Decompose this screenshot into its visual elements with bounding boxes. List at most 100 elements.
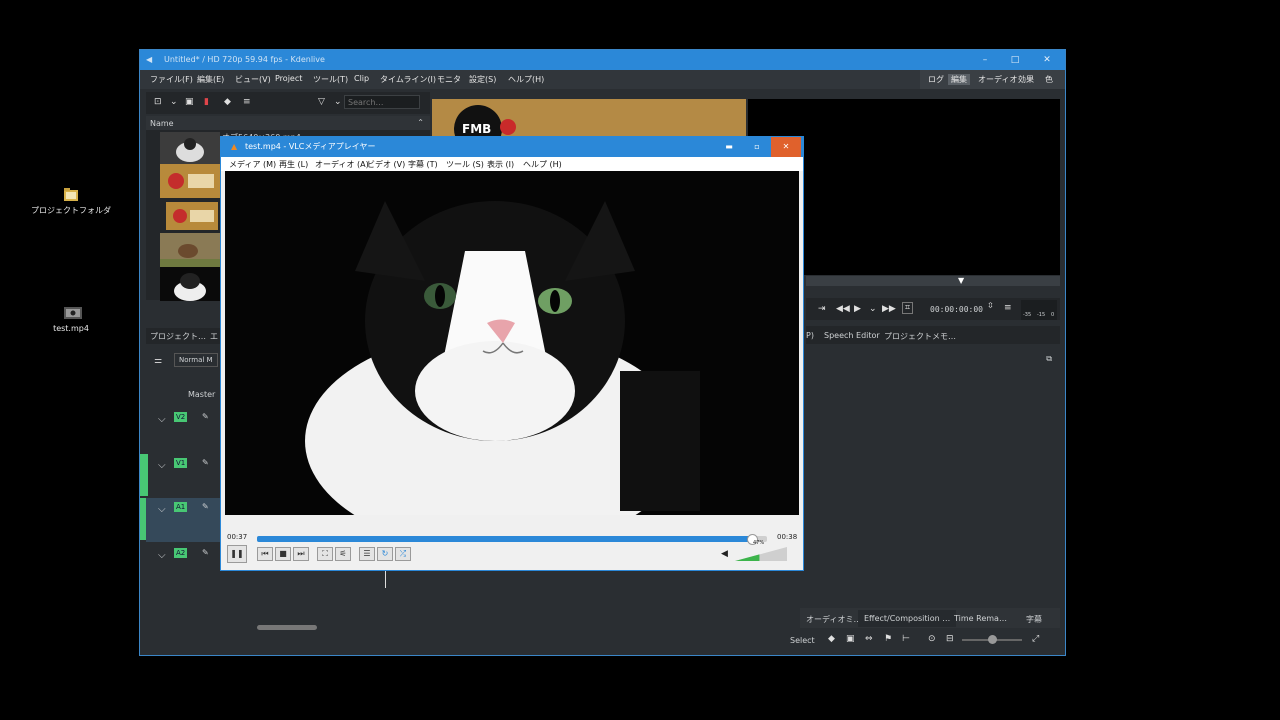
delete-icon[interactable]: ▮ — [204, 97, 209, 107]
playlist-button[interactable]: ☰ — [359, 547, 375, 561]
zoom-slider[interactable] — [962, 635, 1022, 644]
minimize-button[interactable]: ▬ — [715, 137, 743, 157]
tab-project-bin[interactable]: プロジェクト… — [150, 331, 206, 342]
menu-audio[interactable]: オーディオ (A) — [315, 159, 369, 170]
menu-tools[interactable]: ツール (S) — [446, 159, 484, 170]
layout-audio[interactable]: オーディオ — [978, 74, 1017, 85]
undock-icon[interactable]: ⧉ — [1046, 354, 1052, 364]
tag-icon[interactable]: ◆ — [224, 97, 231, 107]
volume-slider[interactable]: 47% — [735, 540, 787, 561]
tab-subtitles[interactable]: 字幕 — [1026, 614, 1042, 625]
track-name[interactable]: V2 — [174, 412, 188, 422]
menu-subtitle[interactable]: 字幕 (T) — [408, 159, 438, 170]
menu-view[interactable]: 表示 (I) — [487, 159, 514, 170]
menu-help[interactable]: ヘルプ(H) — [508, 74, 544, 85]
clip-thumbnail[interactable] — [160, 164, 220, 198]
desktop-icon-project-folder[interactable]: プロジェクトフォルダ — [31, 186, 111, 216]
monitor-ruler[interactable]: ▼ — [806, 276, 1060, 286]
zoom-fit-icon[interactable]: ⊙ — [928, 634, 936, 644]
menu-settings[interactable]: 設定(S) — [469, 74, 496, 85]
menu-tools[interactable]: ツール(T) — [313, 74, 348, 85]
clip-monitor-preview[interactable]: FMB — [432, 99, 746, 153]
minimize-button[interactable]: – — [970, 50, 1000, 70]
zoom-slider-handle[interactable] — [988, 635, 997, 644]
track-name[interactable]: A2 — [174, 548, 188, 558]
seek-bar[interactable] — [257, 534, 767, 545]
extended-settings-button[interactable]: ⚟ — [335, 547, 351, 561]
maximize-button[interactable]: ▫ — [743, 137, 771, 157]
track-name[interactable]: A1 — [174, 502, 188, 512]
close-button[interactable]: ✕ — [1032, 50, 1062, 70]
loop-button[interactable]: ↻ — [377, 547, 393, 561]
wrench-icon[interactable]: ✎ — [202, 458, 209, 467]
layout-logging[interactable]: ログ — [928, 74, 944, 85]
layout-color[interactable]: 色 — [1045, 74, 1053, 85]
menu-playback[interactable]: 再生 (L) — [279, 159, 308, 170]
wrench-icon[interactable]: ✎ — [202, 412, 209, 421]
chevron-down-icon[interactable]: ⌵ — [158, 414, 166, 425]
track-header-v2[interactable]: ⌵ V2 ✎ — [146, 408, 220, 452]
track-header-a1[interactable]: ⌵ A1 ✎ — [146, 498, 220, 542]
tab-partial[interactable]: P) — [806, 331, 814, 340]
clip-thumbnail[interactable] — [160, 233, 220, 267]
chevron-down-icon[interactable]: ⌵ — [158, 504, 166, 515]
chevron-down-icon[interactable]: ⌵ — [158, 550, 166, 561]
chevron-up-icon[interactable]: ⌃ — [417, 118, 424, 127]
tab-audio-mixer[interactable]: オーディオミ… — [806, 614, 861, 625]
bin-search-input[interactable] — [344, 95, 420, 109]
clip-thumbnail[interactable] — [160, 267, 220, 301]
timeline-scrollbar[interactable] — [257, 625, 317, 630]
menu-edit[interactable]: 編集(E) — [197, 74, 224, 85]
monitor-timecode[interactable]: 00:00:00:00 — [930, 305, 983, 314]
tab-effect-composition[interactable]: Effect/Composition … — [858, 610, 957, 627]
wrench-icon[interactable]: ✎ — [202, 502, 209, 511]
menu-view[interactable]: ビュー(V) — [235, 74, 271, 85]
chevron-down-icon[interactable]: ⌵ — [158, 460, 166, 471]
clip-thumbnail[interactable] — [166, 202, 218, 230]
tool-mode-label[interactable]: Select — [790, 636, 815, 645]
next-button[interactable]: ⏭ — [293, 547, 309, 561]
chevron-down-icon[interactable]: ⌄ — [170, 97, 178, 107]
track-name[interactable]: V1 — [174, 458, 188, 468]
chevron-down-icon[interactable]: ⌄ — [869, 304, 877, 314]
wrench-icon[interactable]: ✎ — [202, 548, 209, 557]
split-icon[interactable]: ⇔ — [865, 634, 873, 644]
tab-project-notes[interactable]: プロジェクトメモ… — [884, 331, 956, 342]
forward-icon[interactable]: ▶▶ — [882, 304, 896, 314]
menu-monitor[interactable]: モニタ — [437, 74, 461, 85]
tab-speech-editor[interactable]: Speech Editor — [824, 331, 880, 340]
clip-thumbnail[interactable] — [160, 132, 220, 166]
tab-time-remap[interactable]: Time Rema… — [954, 614, 1007, 623]
menu-media[interactable]: メディア (M) — [229, 159, 276, 170]
stop-button[interactable]: ■ — [275, 547, 291, 561]
menu-icon[interactable]: ≡ — [243, 97, 251, 107]
menu-video[interactable]: ビデオ (V) — [367, 159, 405, 170]
kdenlive-titlebar[interactable]: ◀ Untitled* / HD 720p 59.94 fps - Kdenli… — [140, 50, 1065, 70]
trim-icon[interactable]: ⊢ — [902, 634, 910, 644]
folder-icon[interactable]: ▣ — [185, 97, 194, 107]
pause-button[interactable]: ❚❚ — [227, 545, 247, 563]
layout-editing[interactable]: 編集 — [948, 74, 970, 85]
column-name-header[interactable]: Name — [150, 119, 174, 128]
playhead-marker-icon[interactable]: ▼ — [958, 276, 964, 285]
shuffle-button[interactable]: ⤮ — [395, 547, 411, 561]
layout-effects[interactable]: 効果 — [1018, 74, 1034, 85]
track-header-a2[interactable]: ⌵ A2 ✎ — [146, 544, 220, 588]
menu-file[interactable]: ファイル(F) — [150, 74, 193, 85]
master-label[interactable]: Master — [188, 390, 215, 399]
filter-icon[interactable]: ▽ — [318, 97, 325, 107]
stepper-icon[interactable]: ⇳ — [987, 301, 994, 310]
crop-icon[interactable]: ⌗ — [902, 302, 914, 314]
tab-partial[interactable]: エ — [210, 331, 218, 342]
flag-icon[interactable]: ⚑ — [884, 634, 892, 644]
desktop-icon-test-mp4[interactable]: test.mp4 — [31, 305, 111, 333]
timeline-mode-select[interactable]: Normal M — [174, 353, 218, 367]
tag-icon[interactable]: ◆ — [828, 634, 835, 644]
close-button[interactable]: ✕ — [771, 137, 801, 157]
zoom-out-icon[interactable]: ⊟ — [946, 634, 954, 644]
settings-sliders-icon[interactable]: ⚌ — [154, 356, 162, 366]
rewind-icon[interactable]: ◀◀ — [836, 304, 850, 314]
vlc-video-area[interactable] — [225, 171, 799, 515]
speaker-icon[interactable]: ◀ — [721, 549, 728, 559]
menu-icon[interactable]: ≡ — [1004, 303, 1012, 313]
